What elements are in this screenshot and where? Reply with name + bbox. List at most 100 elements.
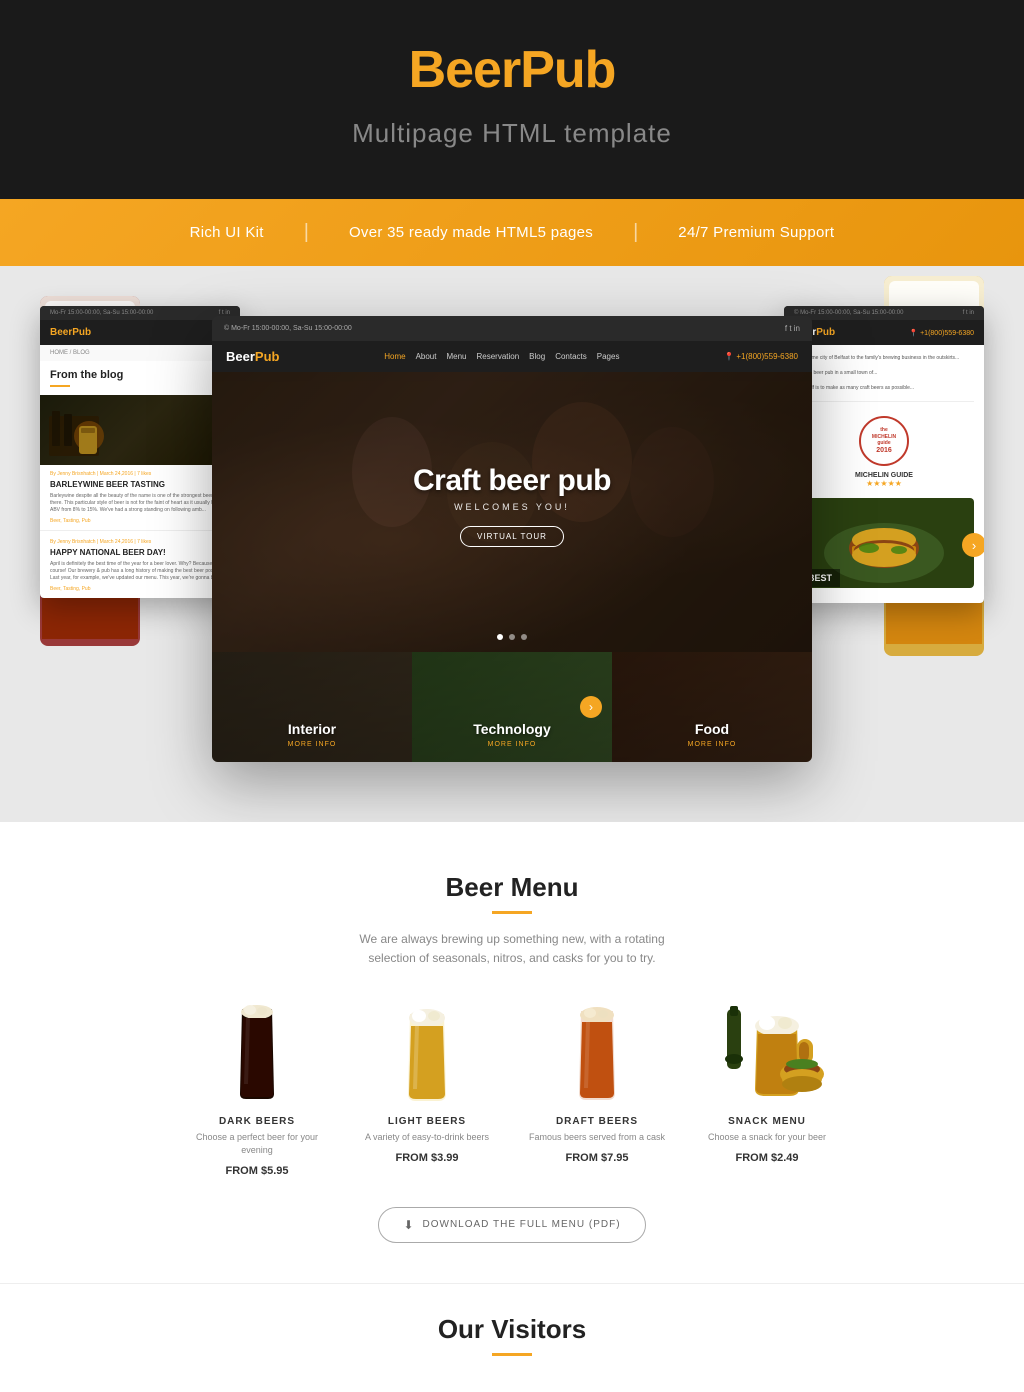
beer-menu-section: Beer Menu We are always brewing up somet… xyxy=(0,822,1024,1283)
side-right-arrow[interactable]: › xyxy=(962,533,984,557)
beer-cards-container: DARK BEERS Choose a perfect beer for you… xyxy=(20,1004,1004,1176)
draft-beer-price: FROM $7.95 xyxy=(522,1152,672,1164)
panel-arrow-icon[interactable]: › xyxy=(580,696,602,718)
browser-social: f t in xyxy=(785,324,800,333)
snack-image xyxy=(692,1004,842,1104)
side-food-image: BEST › xyxy=(794,498,974,593)
panel-food-title: Food xyxy=(695,721,729,737)
beer-card-draft: DRAFT BEERS Famous beers served from a c… xyxy=(522,1004,672,1176)
michelin-title: MICHELIN GUIDE xyxy=(794,472,974,479)
michelin-text: theMICHELINguide xyxy=(872,427,896,447)
brand-logo: BeerPub xyxy=(20,40,1004,100)
dark-beer-image xyxy=(182,1004,332,1104)
hero-welcome: WELCOMES YOU! xyxy=(413,502,611,512)
michelin-stars: ★★★★★ xyxy=(794,479,974,488)
side-blog-desc-1: Barleywine despite all the beauty of the… xyxy=(50,493,230,514)
michelin-badge: theMICHELINguide 2016 xyxy=(859,416,909,466)
michelin-section: theMICHELINguide 2016 MICHELIN GUIDE ★★★… xyxy=(794,401,974,488)
hero-section: Craft beer pub WELCOMES YOU! VIRTUAL TOU… xyxy=(212,372,812,652)
virtual-tour-button[interactable]: VIRTUAL TOUR xyxy=(460,526,564,547)
snack-price: FROM $2.49 xyxy=(692,1152,842,1164)
download-menu-button[interactable]: ⬇ DOWNLOAD THE FULL MENU (PDF) xyxy=(378,1207,645,1243)
side-logo-left: BeerPub xyxy=(50,327,91,338)
side-nav-top: Mo-Fr 15:00-00:00, Sa-Su 15:00-00:00 f t… xyxy=(40,306,240,320)
download-icon: ⬇ xyxy=(403,1218,414,1232)
snack-desc: Choose a snack for your beer xyxy=(692,1131,842,1144)
browser-hours: © Mo-Fr 15:00-00:00, Sa-Su 15:00-00:00 xyxy=(224,325,352,332)
logo-text-beer: Beer xyxy=(409,41,521,99)
side-nav-left: BeerPub xyxy=(40,320,240,345)
side-blog-text-2: By Jenny Brisnhatch | March 24,2016 | 7 … xyxy=(40,530,240,598)
panel-food[interactable]: Food More Info xyxy=(612,652,812,762)
dark-beer-name: DARK BEERS xyxy=(182,1116,332,1127)
panel-interior-title: Interior xyxy=(288,721,336,737)
nav-blog[interactable]: Blog xyxy=(529,352,545,361)
header-subtitle: Multipage HTML template xyxy=(20,118,1004,149)
nav-about[interactable]: About xyxy=(416,352,437,361)
logo-text-pub: Pub xyxy=(520,41,615,99)
visitors-title: Our Visitors xyxy=(20,1314,1004,1345)
side-blog-meta-1: By Jenny Brisnhatch | March 24,2016 | 7 … xyxy=(50,471,230,477)
side-mockup-blog: Mo-Fr 15:00-00:00, Sa-Su 15:00-00:00 f t… xyxy=(40,306,240,598)
side-right-excerpt: ...his home city of Belfast to the famil… xyxy=(794,355,974,393)
nav-contacts[interactable]: Contacts xyxy=(555,352,587,361)
side-nav-right: BeerPub 📍 +1(800)559-6380 xyxy=(784,320,984,345)
dot-1[interactable] xyxy=(497,634,503,640)
nav-menu[interactable]: Menu xyxy=(446,352,466,361)
side-blog-heading: From the blog xyxy=(40,361,240,385)
dot-3[interactable] xyxy=(521,634,527,640)
main-showcase: Mo-Fr 15:00-00:00, Sa-Su 15:00-00:00 f t… xyxy=(0,266,1024,822)
header: BeerPub Multipage HTML template xyxy=(0,0,1024,199)
beer-card-snack: SNACK MENU Choose a snack for your beer … xyxy=(692,1004,842,1176)
light-beer-name: LIGHT BEERS xyxy=(352,1116,502,1127)
draft-beer-image xyxy=(522,1004,672,1104)
side-blog-tags-2: Beer, Tasting, Pub xyxy=(50,586,230,592)
hero-dots xyxy=(497,634,527,640)
beer-menu-title: Beer Menu xyxy=(20,872,1004,903)
beer-card-light: LIGHT BEERS A variety of easy-to-drink b… xyxy=(352,1004,502,1176)
download-btn-label: DOWNLOAD THE FULL MENU (PDF) xyxy=(423,1219,621,1230)
side-nav-top-right: © Mo-Fr 15:00-00:00, Sa-Su 15:00-00:00 f… xyxy=(784,306,984,320)
side-breadcrumb: HOME / BLOG xyxy=(40,345,240,361)
side-phone-right: 📍 +1(800)559-6380 xyxy=(909,329,974,337)
hero-title: Craft beer pub xyxy=(413,464,611,498)
side-social-right: f t in xyxy=(963,310,974,316)
browser-nav-logo: BeerPub xyxy=(226,349,279,364)
side-hours-right: © Mo-Fr 15:00-00:00, Sa-Su 15:00-00:00 xyxy=(794,310,903,316)
visitors-section: Our Visitors xyxy=(0,1283,1024,1392)
feature-rich-ui: Rich UI Kit xyxy=(150,224,304,241)
dark-beer-price: FROM $5.95 xyxy=(182,1165,332,1177)
browser-top-bar: © Mo-Fr 15:00-00:00, Sa-Su 15:00-00:00 f… xyxy=(212,316,812,341)
dot-2[interactable] xyxy=(509,634,515,640)
draft-beer-name: DRAFT BEERS xyxy=(522,1116,672,1127)
panel-technology[interactable]: Technology More Info › xyxy=(412,652,612,762)
beer-menu-underline xyxy=(492,911,532,914)
side-blog-text-1: By Jenny Brisnhatch | March 24,2016 | 7 … xyxy=(40,465,240,530)
light-beer-desc: A variety of easy-to-drink beers xyxy=(352,1131,502,1144)
draft-beer-desc: Famous beers served from a cask xyxy=(522,1131,672,1144)
side-blog-tags-1: Beer, Tasting, Pub xyxy=(50,518,230,524)
browser-nav-links: Home About Menu Reservation Blog Contact… xyxy=(384,352,619,361)
nav-reservation[interactable]: Reservation xyxy=(476,352,519,361)
dark-beer-desc: Choose a perfect beer for your evening xyxy=(182,1131,332,1156)
features-bar: Rich UI Kit | Over 35 ready made HTML5 p… xyxy=(0,199,1024,266)
panel-interior-more[interactable]: More Info xyxy=(288,741,337,748)
nav-home[interactable]: Home xyxy=(384,352,405,361)
beer-menu-desc: We are always brewing up something new, … xyxy=(352,930,672,968)
panel-technology-more[interactable]: More Info xyxy=(488,741,537,748)
visitors-underline xyxy=(492,1353,532,1356)
nav-pages[interactable]: Pages xyxy=(597,352,620,361)
side-blog-image-1 xyxy=(40,395,240,465)
panel-interior[interactable]: Interior More Info xyxy=(212,652,412,762)
panel-food-more[interactable]: More Info xyxy=(688,741,737,748)
browser-navigation: BeerPub Home About Menu Reservation Blog… xyxy=(212,341,812,372)
browser-nav-phone: 📍 +1(800)559-6380 xyxy=(724,352,798,361)
side-blog-meta-2: By Jenny Brisnhatch | March 24,2016 | 7 … xyxy=(50,539,230,545)
light-beer-price: FROM $3.99 xyxy=(352,1152,502,1164)
bottom-panels: Interior More Info Technology More Info … xyxy=(212,652,812,762)
side-mockup-right: © Mo-Fr 15:00-00:00, Sa-Su 15:00-00:00 f… xyxy=(784,306,984,603)
side-hours-left: Mo-Fr 15:00-00:00, Sa-Su 15:00-00:00 xyxy=(50,310,153,316)
side-blog-title-1: BARLEYWINE BEER TASTING xyxy=(50,480,230,489)
snack-name: SNACK MENU xyxy=(692,1116,842,1127)
side-blog-title-2: HAPPY NATIONAL BEER DAY! xyxy=(50,548,230,557)
